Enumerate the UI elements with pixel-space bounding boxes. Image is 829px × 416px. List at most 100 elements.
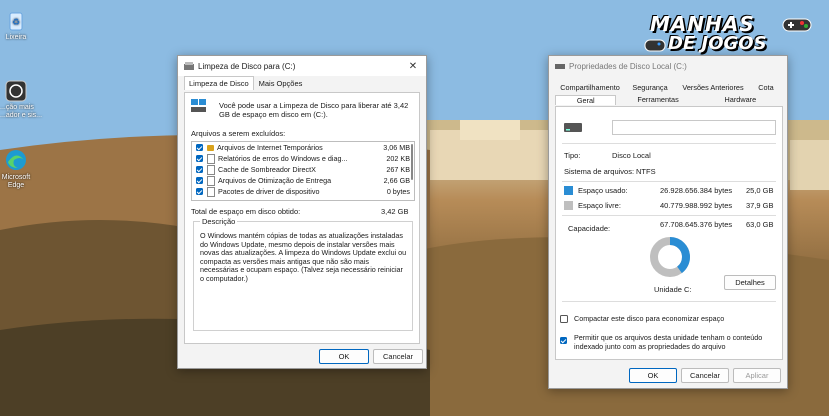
file-name: Arquivos de Otimização de Entrega (218, 176, 332, 185)
file-checkbox[interactable] (196, 166, 203, 173)
description-group: Descrição O Windows mantém cópias de tod… (193, 217, 413, 331)
cancel-button[interactable]: Cancelar (373, 349, 423, 364)
disk-properties-window: Propriedades de Disco Local (C:) Compart… (548, 55, 788, 389)
apply-button[interactable]: Aplicar (733, 368, 781, 383)
list-item[interactable]: Pacotes de driver de dispositivo 0 bytes (192, 186, 414, 197)
compress-label: Compactar este disco para economizar esp… (574, 314, 725, 323)
ok-button[interactable]: OK (629, 368, 677, 383)
lock-icon (207, 144, 214, 151)
drive-name-input[interactable] (612, 120, 776, 135)
disk-cleanup-icon (184, 61, 194, 70)
ok-button[interactable]: OK (319, 349, 369, 364)
gamepad-icon (782, 18, 812, 32)
file-name: Arquivos de Internet Temporários (217, 143, 323, 152)
cleanup-intro-text: Você pode usar a Limpeza de Disco para l… (219, 101, 409, 119)
document-icon (207, 153, 215, 164)
drive-label: Unidade C: (654, 285, 692, 294)
edge-icon (6, 150, 26, 170)
file-size: 0 bytes (386, 187, 410, 196)
used-space-swatch (564, 186, 573, 195)
divider (562, 215, 776, 216)
tab-tools[interactable]: Ferramentas (616, 95, 699, 105)
tab-sharing[interactable]: Compartilhamento (555, 83, 625, 92)
desktop-icon-recycle-bin[interactable]: ♻ Lixeira (0, 10, 32, 42)
desktop-icon-label: Microsoft Edge (1, 174, 31, 189)
file-checkbox[interactable] (196, 155, 203, 162)
file-size: 3,06 MB (383, 143, 410, 152)
total-space-value: 3,42 GB (381, 207, 409, 216)
file-size: 2,66 GB (383, 176, 410, 185)
desktop-icon-label: ...ção mais ...ador e sis... (0, 104, 43, 119)
properties-titlebar[interactable]: Propriedades de Disco Local (C:) (549, 56, 787, 76)
file-checkbox[interactable] (196, 177, 203, 184)
used-space-label: Espaço usado: (578, 186, 628, 195)
gamepad-icon (644, 39, 666, 52)
tab-hardware[interactable]: Hardware (700, 95, 781, 105)
document-icon (207, 175, 215, 186)
shortcut-icon (5, 80, 27, 102)
index-label: Permitir que os arquivos desta unidade t… (574, 333, 763, 351)
desktop-icon-shortcut[interactable]: ...ção mais ...ador e sis... (0, 80, 42, 120)
cleanup-tab-panel: Você pode usar a Limpeza de Disco para l… (184, 92, 420, 344)
free-space-swatch (564, 201, 573, 210)
capacity-bytes: 67.708.645.376 bytes (660, 220, 733, 229)
tab-general[interactable]: Geral (555, 95, 617, 105)
tab-previous-versions[interactable]: Versões Anteriores (675, 83, 751, 92)
document-icon (207, 186, 215, 197)
list-item[interactable]: Cache de Sombreador DirectX 267 KB (192, 164, 414, 175)
cleanup-drive-icon (191, 99, 206, 112)
tab-security[interactable]: Segurança (625, 83, 675, 92)
list-item[interactable]: Arquivos de Internet Temporários 3,06 MB (192, 142, 414, 153)
type-value: Disco Local (612, 151, 651, 160)
files-list-scrollbar[interactable] (411, 144, 413, 180)
tab-disk-cleanup[interactable]: Limpeza de Disco (184, 76, 254, 90)
divider (562, 301, 776, 302)
document-icon (207, 164, 215, 175)
description-title: Descrição (200, 217, 238, 226)
used-space-bytes: 26.928.656.384 bytes (660, 186, 733, 195)
window-title: Propriedades de Disco Local (C:) (569, 61, 687, 71)
file-name: Pacotes de driver de dispositivo (218, 187, 320, 196)
details-button[interactable]: Detalhes (724, 275, 776, 290)
free-space-bytes: 40.779.988.992 bytes (660, 201, 733, 210)
free-space-gb: 37,9 GB (746, 201, 774, 210)
list-item[interactable]: Relatórios de erros do Windows e diag...… (192, 153, 414, 164)
description-text: O Windows mantém cópias de todas as atua… (200, 231, 407, 283)
file-size: 202 KB (386, 154, 410, 163)
drive-icon (564, 123, 582, 132)
list-item[interactable]: Arquivos de Otimização de Entrega 2,66 GB (192, 175, 414, 186)
file-size: 267 KB (386, 165, 410, 174)
general-tab-panel: Tipo: Disco Local Sistema de arquivos: N… (555, 106, 783, 360)
capacity-label: Capacidade: (568, 224, 611, 233)
disk-cleanup-titlebar[interactable]: Limpeza de Disco para (C:) ✕ (178, 56, 426, 76)
disk-cleanup-window: Limpeza de Disco para (C:) ✕ Limpeza de … (177, 55, 427, 369)
desktop-icon-edge[interactable]: Microsoft Edge (0, 148, 32, 190)
file-checkbox[interactable] (196, 144, 203, 151)
close-icon[interactable]: ✕ (406, 61, 420, 72)
file-name: Cache de Sombreador DirectX (218, 165, 316, 174)
desktop-icon-label: Lixeira (5, 34, 27, 41)
svg-text:♻: ♻ (12, 17, 20, 27)
drive-icon (555, 64, 565, 69)
free-space-label: Espaço livre: (578, 201, 621, 210)
files-to-delete-label: Arquivos a serem excluídos: (191, 129, 286, 138)
total-space-label: Total de espaço em disco obtido: (191, 207, 301, 216)
window-title: Limpeza de Disco para (C:) (198, 61, 296, 71)
file-checkbox[interactable] (196, 188, 203, 195)
tab-more-options[interactable]: Mais Opções (254, 76, 308, 90)
type-label: Tipo: (564, 151, 581, 160)
cancel-button[interactable]: Cancelar (681, 368, 729, 383)
compress-checkbox[interactable] (560, 315, 568, 323)
file-name: Relatórios de erros do Windows e diag... (218, 154, 348, 163)
index-checkbox[interactable] (560, 337, 567, 344)
used-space-gb: 25,0 GB (746, 186, 774, 195)
recycle-bin-icon: ♻ (9, 12, 23, 31)
watermark-line2: DE JOGOS (668, 33, 767, 54)
divider (562, 143, 776, 144)
divider (562, 181, 776, 182)
tab-quota[interactable]: Cota (751, 83, 781, 92)
filesystem-value: NTFS (636, 167, 656, 176)
filesystem-label: Sistema de arquivos: (564, 167, 635, 176)
files-list[interactable]: Arquivos de Internet Temporários 3,06 MB R… (191, 141, 415, 201)
capacity-gb: 63,0 GB (746, 220, 774, 229)
